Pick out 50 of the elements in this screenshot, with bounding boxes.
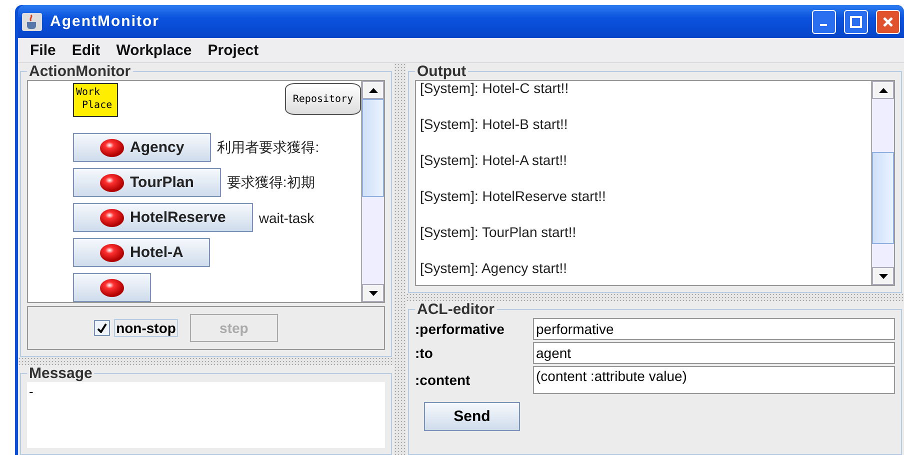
- maximize-icon[interactable]: [844, 10, 868, 34]
- output-line: [System]: TourPlan start!!: [420, 223, 578, 241]
- menu-item[interactable]: Workplace: [108, 42, 200, 58]
- output-line: [System]: Hotel-B start!!: [420, 115, 569, 133]
- scroll-down-icon[interactable]: [368, 290, 378, 296]
- panel-title: ActionMonitor: [28, 63, 132, 80]
- ball-icon: [100, 244, 124, 262]
- output-line: [System]: Hotel-A start!!: [420, 151, 568, 169]
- close-icon[interactable]: [876, 10, 900, 34]
- message-area[interactable]: -: [27, 382, 385, 448]
- minimize-icon[interactable]: [812, 10, 836, 34]
- ball-icon: [100, 208, 124, 226]
- menu-item[interactable]: Edit: [64, 42, 108, 58]
- checkbox[interactable]: [94, 320, 110, 336]
- input-field[interactable]: performative: [533, 318, 895, 340]
- agent-status: 要求獲得:初期: [226, 174, 315, 192]
- agent-status: wait-task: [258, 210, 314, 226]
- agent-button[interactable]: TourPlan: [73, 168, 221, 197]
- ball-icon: [100, 138, 124, 156]
- field-label: :content: [415, 371, 472, 390]
- agent-status: 利用者要求獲得:: [217, 138, 320, 156]
- output-line: [System]: Hotel-C start!!: [420, 81, 570, 97]
- output-line: [System]: Agency start!!: [420, 259, 568, 277]
- agent-button[interactable]: [73, 273, 151, 302]
- output-line: [System]: HotelReserve start!!: [420, 187, 607, 205]
- agent-button[interactable]: HotelReserve: [73, 203, 253, 232]
- input-field[interactable]: (content :attribute value): [533, 366, 895, 394]
- scrollbar[interactable]: [871, 81, 894, 285]
- field-label: :to: [415, 344, 434, 363]
- workplace-node[interactable]: Work Place: [73, 83, 118, 117]
- panel-title: Message: [28, 365, 94, 382]
- menu-item[interactable]: Project: [200, 42, 267, 58]
- panel-title: Output: [416, 63, 468, 80]
- scrollbar[interactable]: [361, 81, 384, 302]
- ball-icon: [100, 174, 124, 192]
- field-label: :performative: [415, 320, 506, 339]
- scroll-up-icon[interactable]: [878, 88, 888, 92]
- menu-item[interactable]: File: [22, 42, 64, 58]
- agent-button[interactable]: Agency: [73, 133, 212, 162]
- input-field[interactable]: agent: [533, 342, 895, 364]
- scroll-up-icon[interactable]: [368, 88, 378, 92]
- window-title: AgentMonitor: [50, 13, 160, 30]
- agent-button[interactable]: Hotel-A: [73, 238, 210, 267]
- java-cup-icon: [22, 12, 42, 30]
- scroll-down-icon[interactable]: [878, 274, 888, 278]
- ball-icon: [100, 278, 124, 296]
- checkbox-label[interactable]: non-stop: [114, 319, 178, 337]
- send-button[interactable]: Send: [424, 402, 520, 431]
- repository-node[interactable]: Repository: [285, 83, 361, 115]
- panel-title: ACL-editor: [416, 301, 496, 318]
